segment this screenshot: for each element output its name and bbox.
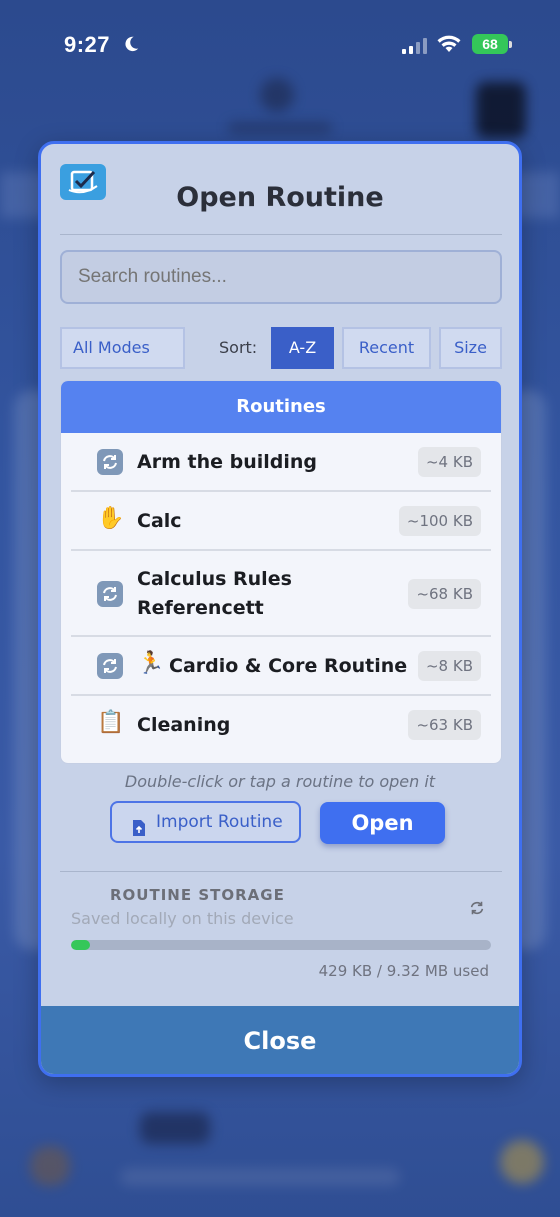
import-routine-label: Import Routine [156,812,283,832]
routine-size: ~68 KB [408,579,481,609]
routine-row[interactable]: Calculus Rules Referencett ~68 KB [71,551,491,637]
routine-name-line-1: Calculus Rules [137,568,292,590]
status-time: 9:27 [64,32,111,57]
routine-size: ~4 KB [417,447,481,477]
routine-name-line-2: Referencett [137,597,264,619]
battery-indicator: 68 [472,34,508,54]
routine-row[interactable]: 📋 Cleaning ~63 KB [71,696,491,755]
background-menu-button [476,82,526,138]
routine-name: Calc [137,510,182,532]
background-logo [260,78,294,112]
routine-row[interactable]: Arm the building ~4 KB [71,433,491,492]
background-footer-text [120,1168,400,1186]
routine-row[interactable]: 🏃 Cardio & Core Routine ~8 KB [71,637,491,696]
background-title [228,122,332,134]
sort-label: Sort: [219,338,258,357]
dialog-title: Open Routine [176,182,384,213]
storage-subtitle: Saved locally on this device [71,909,294,928]
open-button[interactable]: Open [320,802,445,844]
background-pencil-icon [30,1146,70,1186]
moon-icon [122,34,140,58]
storage-used-text: 429 KB / 9.32 MB used [318,962,489,980]
running-person-icon: 🏃 [137,651,165,676]
background-footer-button [140,1112,210,1144]
routine-name: Cardio & Core Routine [169,655,408,677]
storage-divider [60,871,502,872]
cycle-icon [97,581,123,613]
routine-row[interactable]: ✋ Calc ~100 KB [71,492,491,551]
routine-list: Routines Arm the building ~4 KB ✋ Calc ~… [60,380,502,764]
cycle-icon [97,449,123,481]
routine-size: ~63 KB [408,710,481,740]
clipboard-icon: 📋 [97,710,125,735]
storage-progress-bar [71,940,491,950]
refresh-icon[interactable] [468,899,486,921]
routine-size: ~100 KB [398,506,481,536]
cycle-icon [97,653,123,685]
mode-filter-select[interactable]: All Modes [60,327,185,369]
raised-hand-icon: ✋ [97,506,125,531]
battery-tip [509,41,512,48]
sort-az-button[interactable]: A-Z [271,327,334,369]
status-bar: 9:27 68 [0,30,560,64]
routine-size: ~8 KB [417,651,481,681]
close-button[interactable]: Close [41,1006,519,1074]
open-hint: Double-click or tap a routine to open it [124,772,436,791]
storage-label: ROUTINE STORAGE [110,886,285,904]
import-routine-button[interactable]: Import Routine [110,801,301,843]
cellular-signal-icon [402,38,427,54]
open-routine-dialog: Open Routine All Modes Sort: A-Z Recent … [38,141,522,1077]
filter-row: All Modes Sort: A-Z Recent Size [60,327,502,369]
storage-progress-fill [71,940,90,950]
background-moon-icon [500,1140,544,1184]
title-divider [60,234,502,235]
routine-name: Cleaning [137,714,231,736]
routine-list-header: Routines [61,381,501,433]
sort-size-button[interactable]: Size [439,327,502,369]
file-upload-icon [132,813,146,851]
wifi-icon [436,34,462,58]
sort-recent-button[interactable]: Recent [342,327,431,369]
routine-name: Arm the building [137,451,317,473]
search-input[interactable] [60,250,502,304]
